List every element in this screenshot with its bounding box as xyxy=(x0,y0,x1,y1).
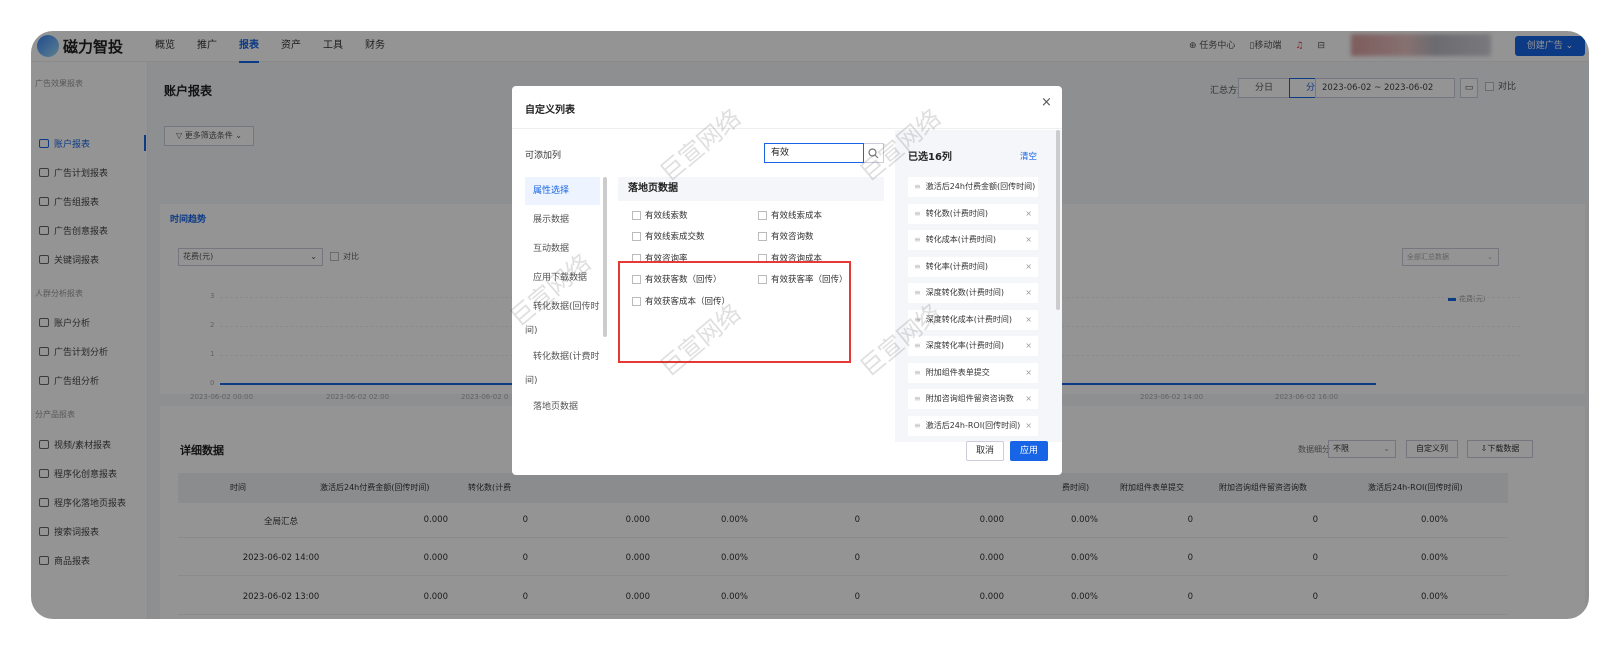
selected-column-chip[interactable]: ≡ 深度转化率(计费时间) × xyxy=(908,336,1038,356)
chip-label: 附加组件表单提交 xyxy=(925,367,990,377)
chip-label: 附加咨询组件留资咨询数 xyxy=(925,394,1014,403)
option-label: 有效线索成本 xyxy=(771,211,823,221)
category-list: 属性选择 展示数据 互动数据 应用下载数据 转化数据(回传时 间) 转化数据(计… xyxy=(525,177,600,427)
app-window: 磁力智投 概览 推广 报表 资产 工具 财务 ⊕ 任务中心 ▯移动端 ♫ ⊟ 创… xyxy=(31,31,1589,619)
chip-label: 深度转化率(计费时间) xyxy=(925,341,1004,350)
selected-column-chip[interactable]: ≡ 转化率(计费时间) × xyxy=(908,256,1038,277)
category-scrollbar[interactable] xyxy=(603,177,607,337)
remove-icon[interactable]: × xyxy=(1025,363,1032,383)
drag-handle-icon[interactable]: ≡ xyxy=(914,182,921,191)
close-icon[interactable]: × xyxy=(1041,95,1052,110)
option-label: 有效咨询数 xyxy=(771,232,814,242)
remove-icon[interactable]: × xyxy=(1025,310,1032,330)
option-valid-leads[interactable]: 有效线索数 xyxy=(632,209,688,221)
option-label: 有效线索数 xyxy=(645,211,688,221)
chip-label: 深度转化数(计费时间) xyxy=(925,288,1004,297)
option-valid-lead-deals[interactable]: 有效线索成交数 xyxy=(632,230,705,242)
remove-icon[interactable]: × xyxy=(1025,177,1032,197)
drag-handle-icon[interactable]: ≡ xyxy=(914,368,921,377)
checkbox[interactable] xyxy=(758,232,767,241)
selected-scrollbar[interactable] xyxy=(1056,130,1060,310)
divider xyxy=(512,128,1062,129)
search-icon[interactable] xyxy=(864,143,884,163)
remove-icon[interactable]: × xyxy=(1025,389,1032,409)
remove-icon[interactable]: × xyxy=(1025,230,1032,250)
drag-handle-icon[interactable]: ≡ xyxy=(914,421,921,430)
dialog-title: 自定义列表 xyxy=(525,105,575,116)
selected-column-chip[interactable]: ≡ 激活后24h付费金额(回传时间) × xyxy=(908,177,1038,197)
category-attributes[interactable]: 属性选择 xyxy=(525,177,600,205)
checkbox[interactable] xyxy=(632,232,641,241)
remove-icon[interactable]: × xyxy=(1025,416,1032,436)
column-search-input[interactable]: 有效 xyxy=(764,143,864,163)
clear-button[interactable]: 清空 xyxy=(1020,150,1037,162)
selected-column-chip[interactable]: ≡ 转化成本(计费时间) × xyxy=(908,230,1038,250)
selected-count: 已选16列 xyxy=(908,152,952,163)
checkbox[interactable] xyxy=(632,211,641,220)
option-label: 有效线索成交数 xyxy=(645,232,705,242)
drag-handle-icon[interactable]: ≡ xyxy=(914,235,921,244)
selected-column-chip[interactable]: ≡ 深度转化数(计费时间) × xyxy=(908,283,1038,303)
drag-handle-icon[interactable]: ≡ xyxy=(914,341,921,350)
drag-handle-icon[interactable]: ≡ xyxy=(914,262,921,271)
drag-handle-icon[interactable]: ≡ xyxy=(914,394,921,403)
chip-label: 转化数(计费时间) xyxy=(925,208,988,218)
drag-handle-icon[interactable]: ≡ xyxy=(914,315,921,324)
drag-handle-icon[interactable]: ≡ xyxy=(914,288,921,297)
chip-label: 转化率(计费时间) xyxy=(925,261,988,271)
available-columns-label: 可添加列 xyxy=(525,151,562,161)
category-conversion-billing[interactable]: 转化数据(计费时 xyxy=(525,343,600,371)
selected-column-chip[interactable]: ≡ 附加咨询组件留资咨询数 × xyxy=(908,389,1038,409)
chip-label: 激活后24h付费金额(回传时间) xyxy=(925,182,1036,191)
category-app-download[interactable]: 应用下载数据 xyxy=(525,264,600,292)
chip-label: 深度转化成本(计费时间) xyxy=(925,314,1012,324)
category-display[interactable]: 展示数据 xyxy=(525,206,600,234)
drag-handle-icon[interactable]: ≡ xyxy=(914,209,921,218)
category-conversion-billing-cont[interactable]: 间) xyxy=(525,374,600,388)
selected-column-chip[interactable]: ≡ 激活后24h-ROI(回传时间) × xyxy=(908,415,1038,436)
category-conversion-callback-cont[interactable]: 间) xyxy=(525,324,600,338)
category-landing-page[interactable]: 落地页数据 xyxy=(525,393,600,421)
option-valid-lead-cost[interactable]: 有效线索成本 xyxy=(758,209,822,221)
custom-columns-dialog: 自定义列表 × 可添加列 有效 属性选择 展示数据 互动数据 应用下载数据 转化… xyxy=(512,86,1062,475)
chip-label: 转化成本(计费时间) xyxy=(925,235,996,244)
remove-icon[interactable]: × xyxy=(1025,283,1032,303)
cancel-button[interactable]: 取消 xyxy=(966,441,1004,461)
chip-label: 激活后24h-ROI(回传时间) xyxy=(925,420,1021,430)
checkbox[interactable] xyxy=(758,211,767,220)
selected-column-chip[interactable]: ≡ 转化数(计费时间) × xyxy=(908,203,1038,224)
remove-icon[interactable]: × xyxy=(1025,257,1032,277)
highlight-box xyxy=(618,261,851,363)
category-interaction[interactable]: 互动数据 xyxy=(525,235,600,263)
remove-icon[interactable]: × xyxy=(1025,336,1032,356)
apply-button[interactable]: 应用 xyxy=(1010,441,1048,461)
remove-icon[interactable]: × xyxy=(1025,204,1032,224)
selected-column-chip[interactable]: ≡ 深度转化成本(计费时间) × xyxy=(908,309,1038,330)
group-title: 落地页数据 xyxy=(618,177,884,201)
category-conversion-callback[interactable]: 转化数据(回传时 xyxy=(525,293,600,321)
selected-column-chip[interactable]: ≡ 附加组件表单提交 × xyxy=(908,362,1038,383)
option-valid-consults[interactable]: 有效咨询数 xyxy=(758,230,814,242)
